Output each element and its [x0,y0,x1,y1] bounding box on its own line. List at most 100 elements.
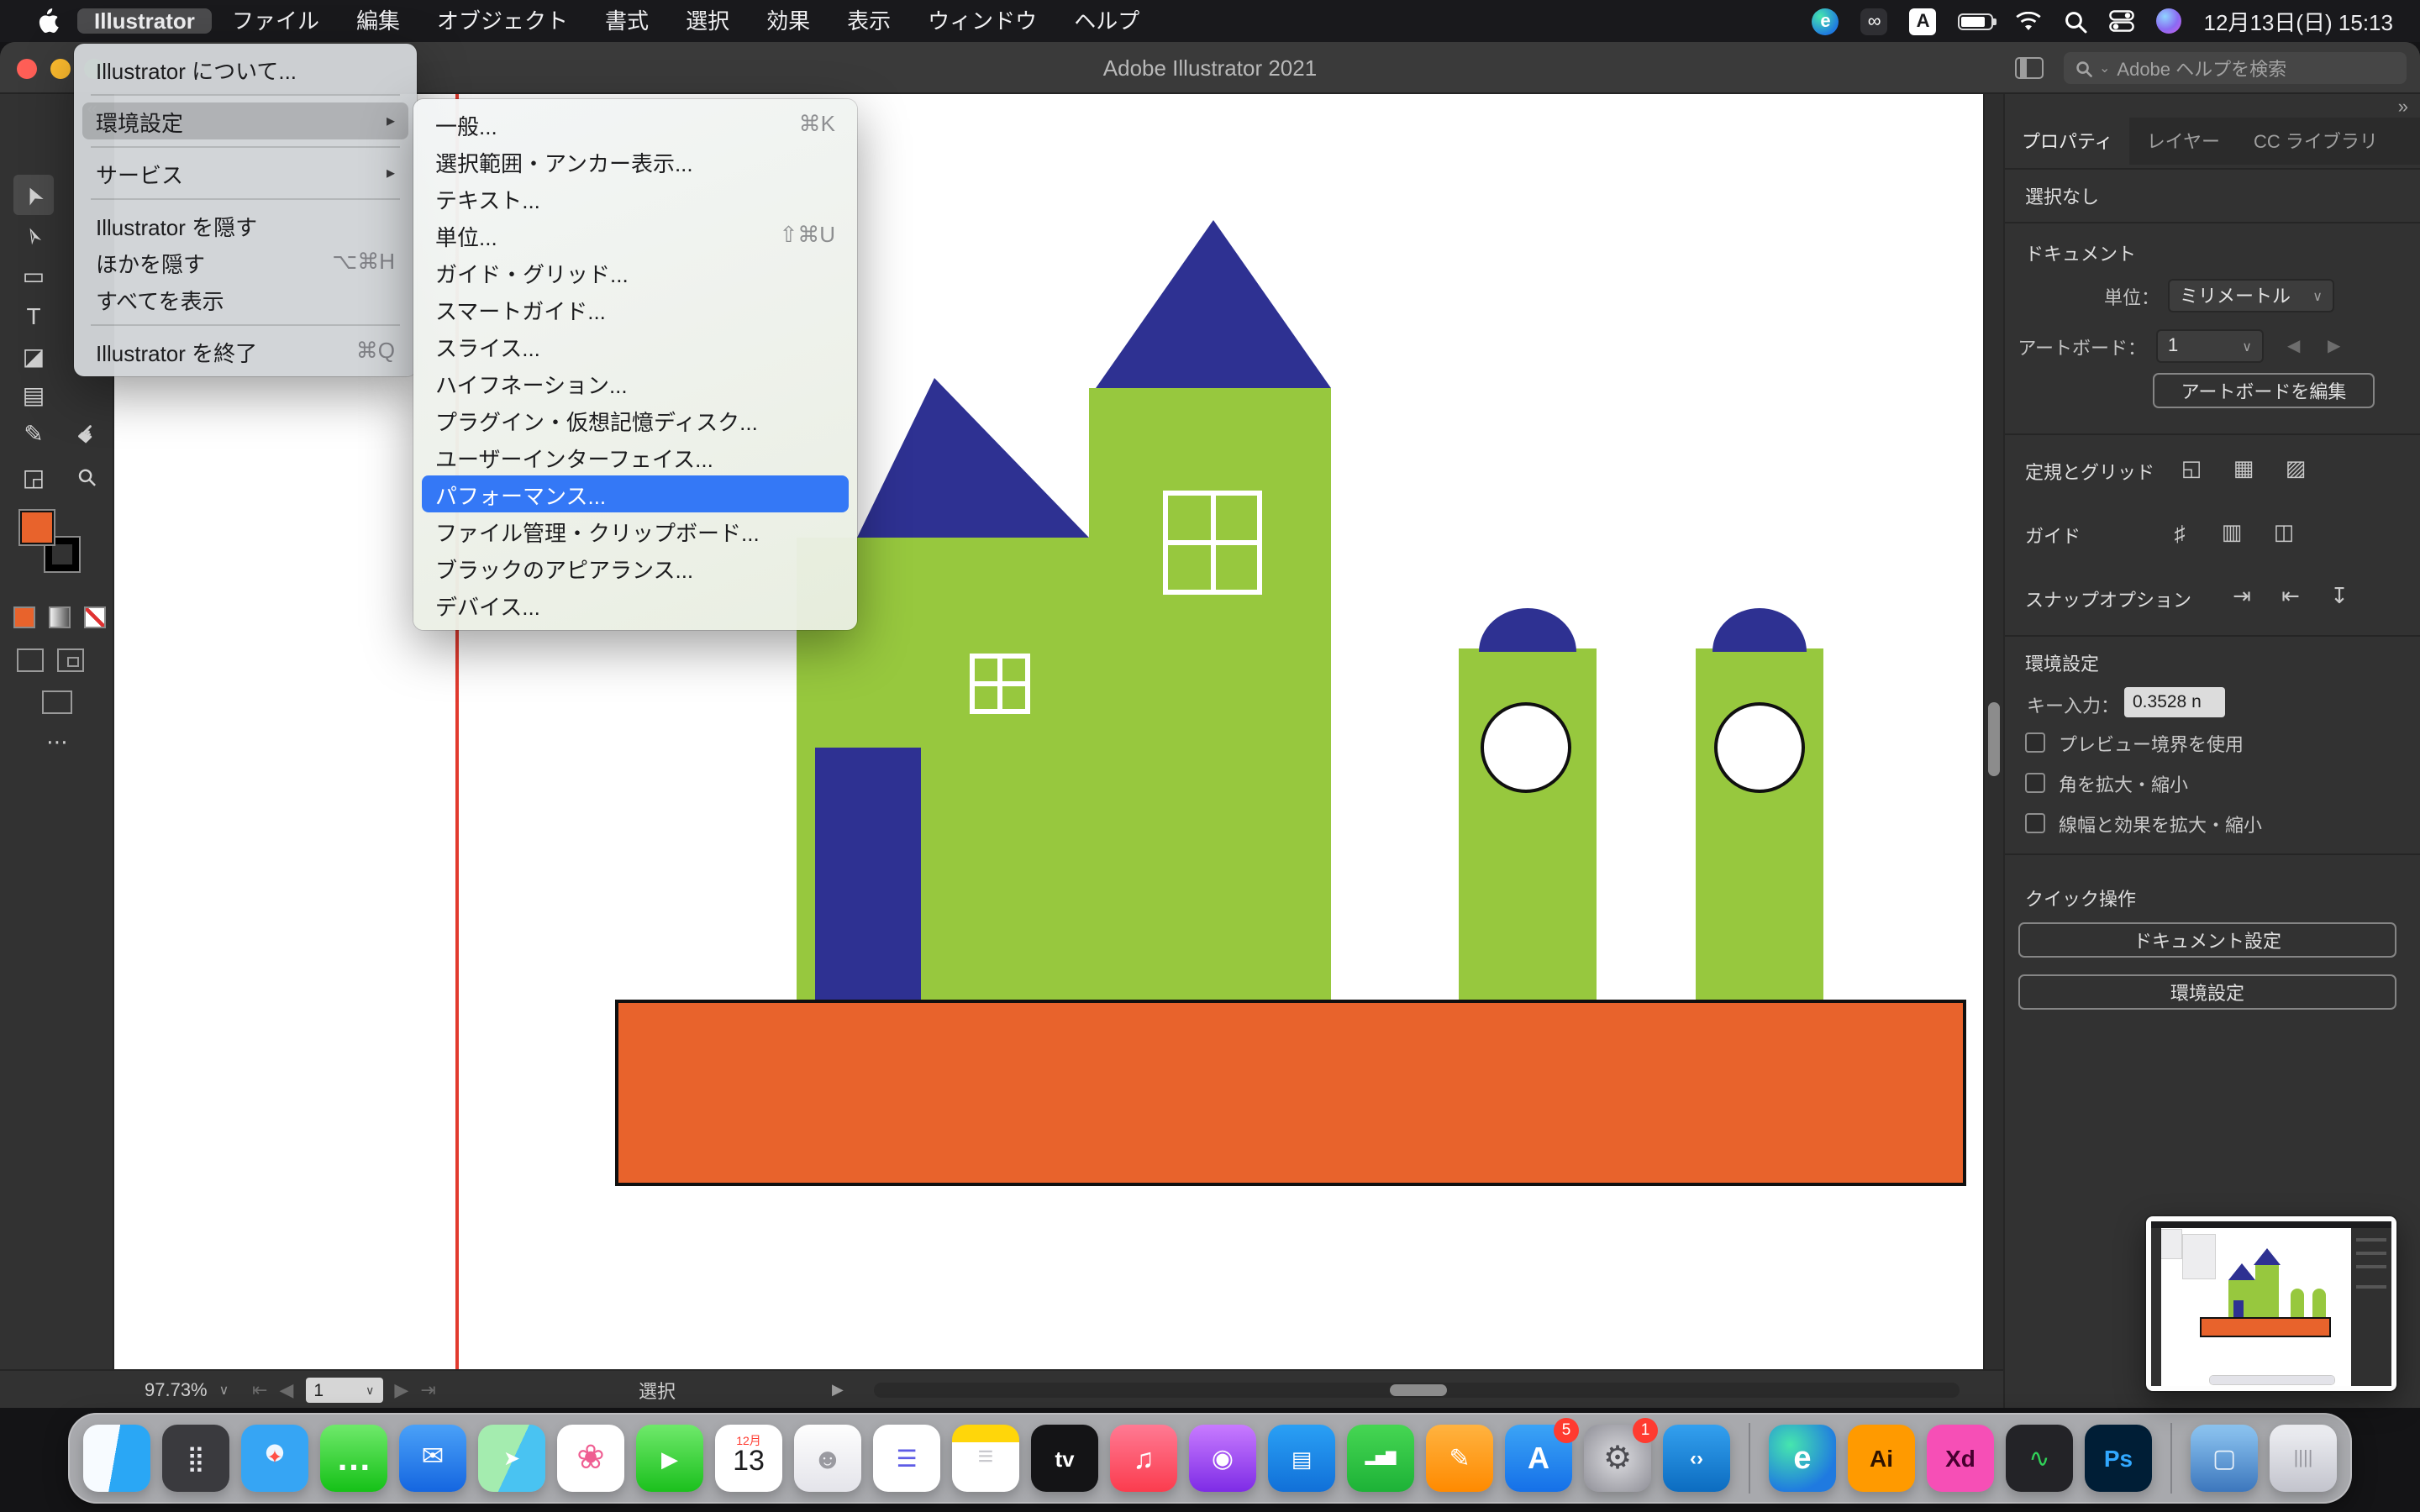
dock-music[interactable]: ♫ [1110,1425,1177,1492]
keyboard-increment-field[interactable]: 0.3528 n [2124,687,2225,717]
dock-facetime[interactable]: ▶ [636,1425,703,1492]
submenu-item-file-handling-clipboard[interactable]: ファイル管理・クリップボード... [422,512,849,549]
fill-color-swatch[interactable] [20,511,54,544]
horizontal-scrollbar[interactable] [874,1383,1960,1398]
tab-cc-libraries[interactable]: CC ライブラリ [2237,118,2395,165]
artwork-tower2-body[interactable] [1696,648,1823,1000]
panel-toggle-icon[interactable] [2015,57,2044,79]
gradient-tool[interactable]: ▤ [13,375,54,415]
show-rulers-icon[interactable]: ◱ [2171,452,2212,486]
menubar-menu-edit[interactable]: 編集 [339,8,417,34]
previous-artboard-arrow[interactable]: ◀ [2287,338,2300,356]
snap-to-grid-icon[interactable]: ⇥ [2222,580,2262,613]
menubar-menu-type[interactable]: 書式 [588,8,666,34]
dock-safari[interactable]: ✦ [241,1425,308,1492]
dock-photoshop[interactable]: Ps [2085,1425,2152,1492]
shape-builder-tool[interactable]: ◲ [13,457,54,497]
color-mode-none-button[interactable] [84,606,106,628]
artboard-number-dropdown[interactable]: 1 ∨ [305,1378,382,1403]
menu-item-hide-illustrator[interactable]: Illustrator を隠す [82,207,408,244]
zoom-tool[interactable]: ⚲ [67,457,108,497]
artwork-tower1-circle[interactable] [1481,702,1571,793]
dock-numbers[interactable]: ▂▅▇ [1347,1425,1414,1492]
menu-item-preferences[interactable]: 環境設定▸ [82,102,408,139]
guides-options-icon[interactable]: ◫ [2264,516,2304,549]
draw-mode-normal-button[interactable] [17,648,44,672]
submenu-item-type[interactable]: テキスト... [422,180,849,217]
edit-artboards-button[interactable]: アートボードを編集 [2153,373,2375,408]
help-search-input[interactable]: ⌄ Adobe ヘルプを検索 [2064,52,2407,84]
dock-vscode[interactable]: ‹› [1663,1425,1730,1492]
menubar-menu-illustrator[interactable]: Illustrator [77,8,212,34]
menu-item-services[interactable]: サービス▸ [82,155,408,192]
menubar-menu-effect[interactable]: 効果 [750,8,827,34]
dock-illustrator[interactable]: Ai [1848,1425,1915,1492]
artwork-door[interactable] [815,748,921,1000]
menubar-menu-view[interactable]: 表示 [830,8,908,34]
color-mode-color-button[interactable] [13,606,35,628]
tab-layers[interactable]: レイヤー [2130,118,2237,165]
submenu-item-units[interactable]: 単位...⇧⌘U [422,217,849,254]
vertical-scrollbar-thumb[interactable] [1988,702,2000,776]
menubar-menu-file[interactable]: ファイル [215,8,336,34]
submenu-item-hyphenation[interactable]: ハイフネーション... [422,365,849,402]
dock-tv[interactable]: tv [1031,1425,1098,1492]
first-artboard-button[interactable]: ⇤ [252,1379,267,1401]
dock-calendar[interactable]: 12月13 [715,1425,782,1492]
status-flyout-icon[interactable]: ▶ [832,1371,844,1408]
spotlight-search-icon[interactable] [2065,9,2088,33]
menu-item-quit-illustrator[interactable]: Illustrator を終了⌘Q [82,333,408,370]
minimize-button[interactable] [50,58,71,78]
show-transparency-grid-icon[interactable]: ▨ [2275,452,2316,486]
draw-mode-behind-button[interactable] [57,648,84,672]
scale-corners-checkbox[interactable] [2025,773,2045,793]
submenu-item-user-interface[interactable]: ユーザーインターフェイス... [422,438,849,475]
artwork-tower2-circle[interactable] [1714,702,1805,793]
menubar-clock[interactable]: 12月13日(日) 15:13 [2204,5,2393,37]
snap-to-glyph-icon[interactable]: ↧ [2319,580,2360,613]
submenu-item-selection-anchor-display[interactable]: 選択範囲・アンカー表示... [422,143,849,180]
creative-cloud-icon[interactable]: ∞ [1861,8,1888,34]
selection-tool[interactable]: ➤ [13,175,54,215]
input-source-icon[interactable]: A [1910,8,1937,34]
next-artboard-button[interactable]: ▶ [394,1379,408,1401]
use-preview-bounds-checkbox[interactable] [2025,732,2045,753]
artwork-tower1-body[interactable] [1459,648,1597,1000]
previous-artboard-button[interactable]: ◀ [279,1379,293,1401]
menu-item-about-illustrator[interactable]: Illustrator について... [82,50,408,87]
dock-reminders[interactable]: ☰ [873,1425,940,1492]
artwork-tower1-dome[interactable] [1479,608,1576,652]
zoom-level-dropdown[interactable]: 97.73% ∨ [145,1371,229,1408]
menubar-menu-select[interactable]: 選択 [669,8,746,34]
menu-item-show-all[interactable]: すべてを表示 [82,281,408,318]
submenu-item-slices[interactable]: スライス... [422,328,849,365]
dock-finder[interactable] [83,1425,150,1492]
submenu-item-plugins-scratch-disks[interactable]: プラグイン・仮想記憶ディスク... [422,402,849,438]
dock-system-preferences[interactable]: ⚙1 [1584,1425,1651,1492]
screenshot-preview-thumbnail[interactable] [2146,1216,2396,1391]
scale-strokes-effects-checkbox[interactable] [2025,813,2045,833]
last-artboard-button[interactable]: ⇥ [420,1379,435,1401]
horizontal-scrollbar-thumb[interactable] [1390,1384,1447,1396]
wifi-icon[interactable] [2016,11,2043,31]
dock-pages[interactable]: ✎ [1426,1425,1493,1492]
artwork-house2-roof[interactable] [1089,220,1331,388]
show-grid-icon[interactable]: ▦ [2223,452,2264,486]
dock-photos[interactable]: ❀ [557,1425,624,1492]
type-tool[interactable]: T [13,296,54,336]
eraser-tool[interactable]: ◪ [13,336,54,376]
submenu-item-smart-guides[interactable]: スマートガイド... [422,291,849,328]
submenu-item-guides-grid[interactable]: ガイド・グリッド... [422,254,849,291]
vertical-scrollbar[interactable] [1983,94,2003,1369]
control-center-icon[interactable] [2110,10,2135,32]
dock-edge[interactable]: e [1769,1425,1836,1492]
artwork-house1-roof[interactable] [857,378,1089,538]
snap-to-point-icon[interactable]: ⇤ [2270,580,2311,613]
menubar-menu-object[interactable]: オブジェクト [420,8,585,34]
lock-guides-icon[interactable]: ▥ [2212,516,2252,549]
menubar-menu-help[interactable]: ヘルプ [1057,8,1156,34]
preferences-button[interactable]: 環境設定 [2018,974,2396,1010]
paintbrush-tool[interactable]: ✎ [13,413,54,454]
submenu-item-performance[interactable]: パフォーマンス... [422,475,849,512]
dock-trash[interactable]: |||| [2270,1425,2337,1492]
